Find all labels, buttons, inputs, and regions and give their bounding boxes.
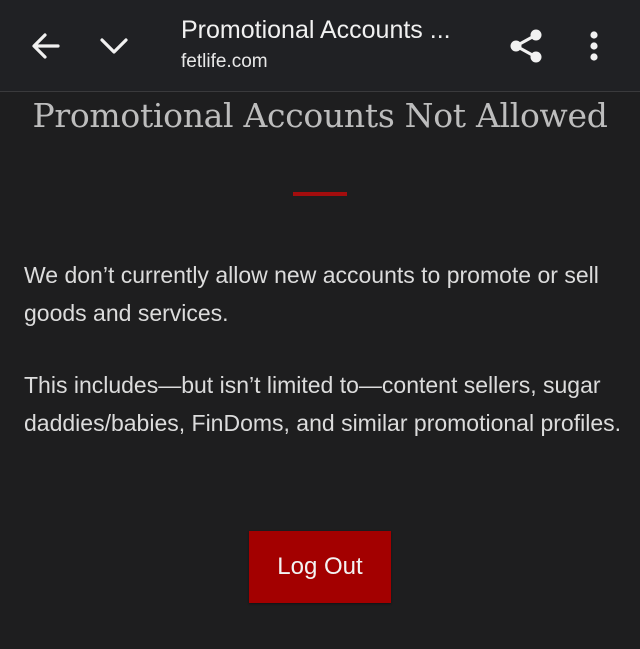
back-arrow-icon[interactable] <box>28 28 64 64</box>
page-title: Promotional Accounts Not Allowed <box>32 96 608 135</box>
tab-title: Promotional Accounts ... <box>181 16 451 44</box>
chevron-down-icon[interactable] <box>96 28 132 64</box>
browser-toolbar: Promotional Accounts ... fetlife.com <box>0 0 640 92</box>
logout-button[interactable]: Log Out <box>249 531 391 603</box>
notice-paragraph-1: We don’t currently allow new accounts to… <box>24 262 599 326</box>
title-divider <box>293 192 347 196</box>
page-content: Promotional Accounts Not Allowed We don’… <box>0 92 640 603</box>
tab-info: Promotional Accounts ... fetlife.com <box>181 14 481 75</box>
share-icon[interactable] <box>506 26 546 66</box>
more-vert-icon[interactable] <box>578 26 610 66</box>
page-url: fetlife.com <box>181 51 268 72</box>
notice-paragraph-2: This includes—but isn’t limited to—conte… <box>24 372 622 436</box>
